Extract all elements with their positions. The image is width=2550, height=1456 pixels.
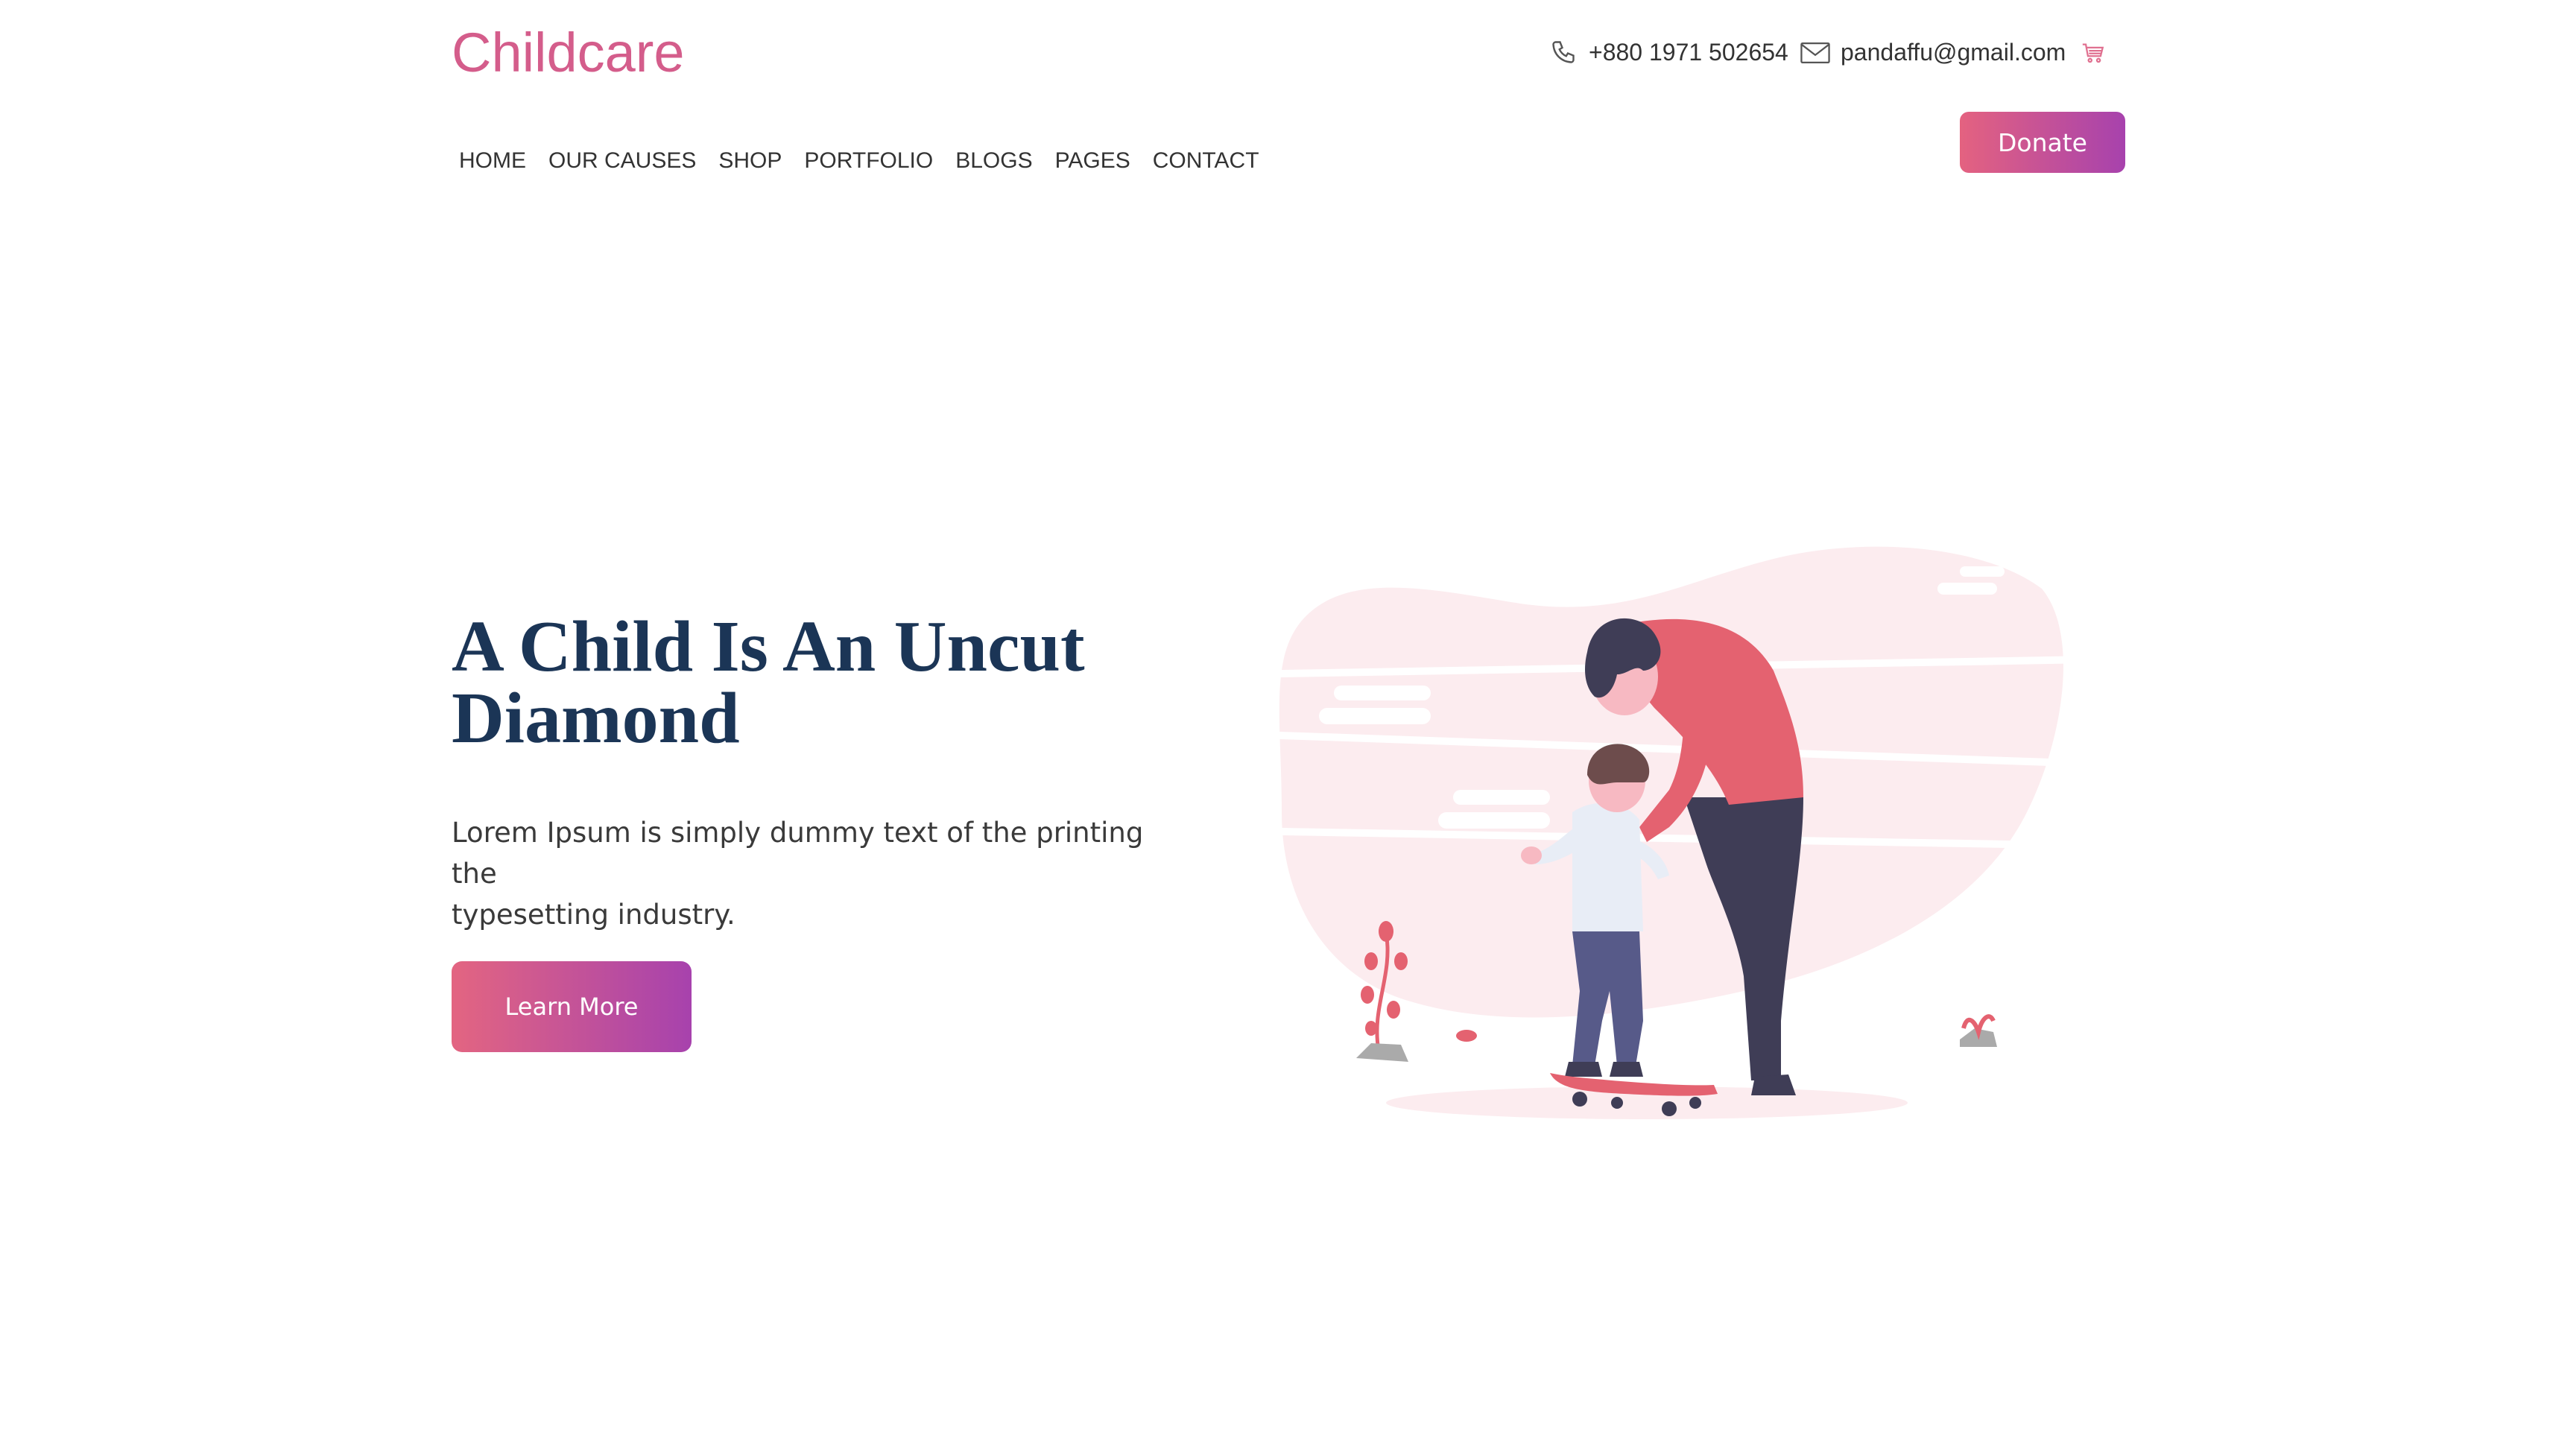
hero-title: A Child Is An Uncut Diamond [452,610,1197,755]
hero-title-line-1: A Child Is An Uncut [452,607,1085,687]
illustration-background-blob [1279,546,2063,1018]
flower-icon [1456,1030,1477,1042]
nav-shop[interactable]: SHOP [718,146,782,176]
nav-blogs[interactable]: BLOGS [955,146,1032,176]
learn-more-button[interactable]: Learn More [452,961,692,1052]
mail-icon [1800,42,1830,63]
cart-icon[interactable] [2081,40,2106,66]
plant-icon [1960,1014,1997,1047]
nav-home[interactable]: HOME [459,146,526,176]
nav-contact[interactable]: CONTACT [1153,146,1259,176]
hero-description: Lorem Ipsum is simply dummy text of the … [452,812,1197,935]
parent-child-skateboard-illustration [1267,546,2064,1119]
phone-icon [1552,41,1575,63]
donate-button[interactable]: Donate [1960,112,2125,173]
main-nav: HOME OUR CAUSES SHOP PORTFOLIO BLOGS PAG… [459,146,1282,176]
hero-description-line-1: Lorem Ipsum is simply dummy text of the … [452,817,1144,890]
site-logo[interactable]: Childcare [452,21,685,84]
phone-number[interactable]: +880 1971 502654 [1589,36,1788,69]
nav-portfolio[interactable]: PORTFOLIO [804,146,933,176]
email-address[interactable]: pandaffu@gmail.com [1841,36,2066,69]
nav-our-causes[interactable]: OUR CAUSES [548,146,696,176]
hero-title-line-2: Diamond [452,678,740,759]
hero-description-line-2: typesetting industry. [452,899,735,931]
nav-pages[interactable]: PAGES [1055,146,1130,176]
